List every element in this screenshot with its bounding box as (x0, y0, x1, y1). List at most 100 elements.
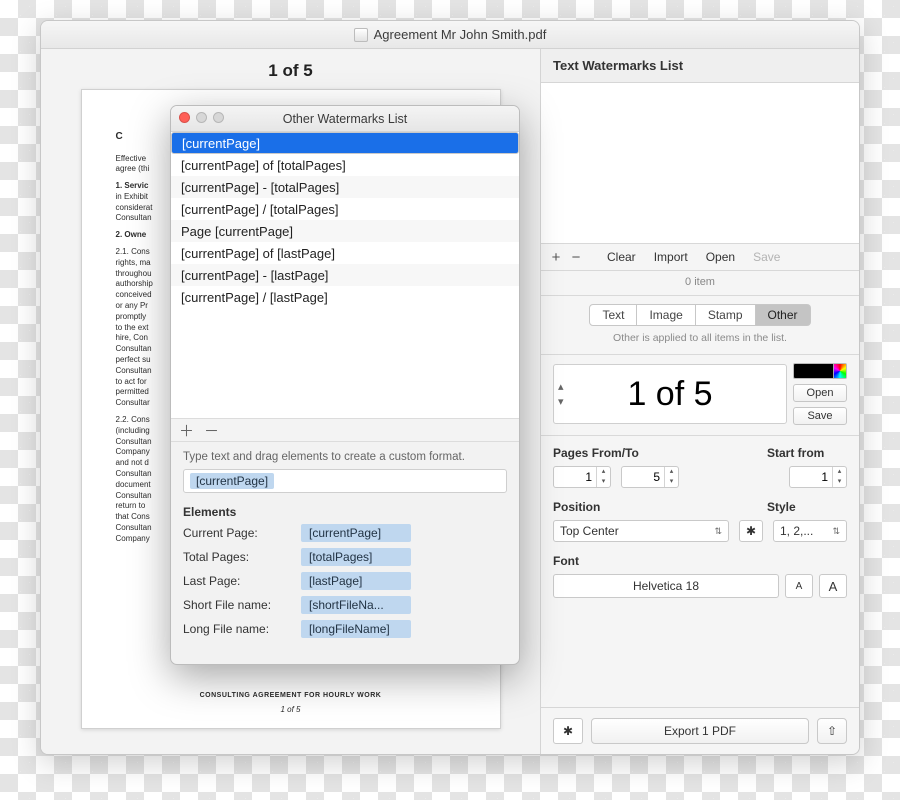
save-button[interactable]: Save (745, 248, 788, 266)
applied-hint: Other is applied to all items in the lis… (541, 332, 859, 344)
open-button[interactable]: Open (698, 248, 743, 266)
open-preset-button[interactable]: Open (793, 384, 847, 402)
popup-add-remove-bar: ＋ － (171, 418, 519, 442)
color-swatch[interactable] (793, 363, 847, 379)
save-preset-button[interactable]: Save (793, 407, 847, 425)
font-value: Helvetica 18 (633, 579, 699, 593)
style-label: Style (767, 500, 847, 514)
step-up-icon[interactable]: ▴ (597, 467, 610, 477)
position-settings-button[interactable]: ✱ (739, 520, 763, 542)
tab-other[interactable]: Other (756, 304, 811, 326)
popup-list-item[interactable]: [currentPage] / [lastPage] (171, 286, 519, 308)
traffic-lights (179, 112, 224, 123)
chevron-updown-icon: ⇅ (714, 526, 722, 537)
popup-list-item[interactable]: [currentPage] (171, 132, 519, 154)
export-label: Export 1 PDF (664, 724, 736, 738)
element-token[interactable]: [totalPages] (301, 548, 411, 566)
style-value: 1, 2,... (780, 524, 813, 538)
close-icon[interactable] (179, 112, 190, 123)
popup-list[interactable]: [currentPage][currentPage] of [totalPage… (171, 132, 519, 308)
element-token[interactable]: [longFileName] (301, 620, 411, 638)
pages-to-field[interactable]: ▴▾ (621, 466, 679, 488)
popup-list-item[interactable]: [currentPage] - [totalPages] (171, 176, 519, 198)
preview-stepper[interactable]: ▴▾ (558, 380, 564, 408)
zoom-icon (213, 112, 224, 123)
sidebar-toolbar: + − Clear Import Open Save (541, 243, 859, 271)
pages-label: Pages From/To (553, 446, 757, 460)
popup-remove-button[interactable]: － (204, 420, 219, 441)
font-label: Font (553, 554, 579, 568)
add-button[interactable]: + (547, 249, 565, 266)
step-up-icon[interactable]: ▴ (833, 467, 846, 477)
element-token[interactable]: [shortFileNa... (301, 596, 411, 614)
element-row: Last Page: [lastPage] (171, 569, 519, 593)
other-watermarks-popup: Other Watermarks List [currentPage][curr… (170, 105, 520, 665)
element-label: Short File name: (183, 598, 293, 612)
popup-hint: Type text and drag elements to create a … (171, 442, 519, 469)
position-select[interactable]: Top Center⇅ (553, 520, 729, 542)
tab-image[interactable]: Image (637, 304, 695, 326)
sidebar-header: Text Watermarks List (541, 49, 859, 83)
gear-icon: ✱ (746, 524, 756, 538)
font-picker-button[interactable]: Helvetica 18 (553, 574, 779, 598)
position-label: Position (553, 500, 757, 514)
step-down-icon[interactable]: ▾ (833, 477, 846, 487)
item-count: 0 item (541, 271, 859, 295)
step-down-icon[interactable]: ▾ (597, 477, 610, 487)
popup-list-item[interactable]: [currentPage] of [totalPages] (171, 154, 519, 176)
popup-title: Other Watermarks List (283, 112, 408, 126)
import-button[interactable]: Import (646, 248, 696, 266)
export-button[interactable]: Export 1 PDF (591, 718, 809, 744)
share-icon: ⇧ (827, 724, 837, 738)
watermark-preview[interactable]: ▴▾ 1 of 5 (553, 364, 787, 424)
step-up-icon[interactable]: ▴ (665, 467, 678, 477)
file-icon (354, 28, 368, 42)
pages-from-input[interactable] (554, 470, 596, 484)
popup-titlebar[interactable]: Other Watermarks List (171, 106, 519, 132)
chevron-updown-icon: ⇅ (832, 526, 840, 537)
elements-header: Elements (171, 501, 519, 521)
element-label: Last Page: (183, 574, 293, 588)
window-title: Agreement Mr John Smith.pdf (374, 27, 547, 42)
element-token[interactable]: [currentPage] (301, 524, 411, 542)
popup-list-item[interactable]: [currentPage] / [totalPages] (171, 198, 519, 220)
start-from-field[interactable]: ▴▾ (789, 466, 847, 488)
tab-stamp[interactable]: Stamp (696, 304, 756, 326)
format-token[interactable]: [currentPage] (190, 473, 274, 489)
elements-list: Current Page:[currentPage]Total Pages:[t… (171, 521, 519, 641)
titlebar: Agreement Mr John Smith.pdf (41, 21, 859, 49)
custom-format-input[interactable]: [currentPage] (183, 469, 507, 493)
element-label: Current Page: (183, 526, 293, 540)
element-row: Short File name: [shortFileNa... (171, 593, 519, 617)
start-from-input[interactable] (790, 470, 832, 484)
element-row: Current Page: [currentPage] (171, 521, 519, 545)
pages-to-input[interactable] (622, 470, 664, 484)
popup-blank-area (171, 308, 519, 418)
clear-button[interactable]: Clear (599, 248, 644, 266)
element-token[interactable]: [lastPage] (301, 572, 411, 590)
gear-icon: ✱ (563, 724, 573, 738)
watermark-type-tabs: Text Image Stamp Other (553, 304, 847, 326)
font-smaller-button[interactable]: A (785, 574, 813, 598)
font-larger-button[interactable]: A (819, 574, 847, 598)
minimize-icon (196, 112, 207, 123)
settings-button[interactable]: ✱ (553, 718, 583, 744)
popup-list-item[interactable]: [currentPage] - [lastPage] (171, 264, 519, 286)
start-label: Start from (767, 446, 847, 460)
tab-text[interactable]: Text (589, 304, 637, 326)
remove-button[interactable]: − (567, 249, 585, 266)
share-button[interactable]: ⇧ (817, 718, 847, 744)
sidebar: Text Watermarks List + − Clear Import Op… (541, 49, 859, 754)
step-down-icon[interactable]: ▾ (665, 477, 678, 487)
watermark-list-dropzone[interactable] (541, 83, 859, 243)
doc-pagenum: 1 of 5 (82, 705, 500, 716)
preview-text: 1 of 5 (627, 375, 712, 414)
pages-from-field[interactable]: ▴▾ (553, 466, 611, 488)
element-row: Long File name:[longFileName] (171, 617, 519, 641)
doc-footer: CONSULTING AGREEMENT FOR HOURLY WORK (82, 691, 500, 700)
popup-add-button[interactable]: ＋ (179, 420, 194, 441)
page-indicator: 1 of 5 (268, 61, 312, 81)
popup-list-item[interactable]: Page [currentPage] (171, 220, 519, 242)
popup-list-item[interactable]: [currentPage] of [lastPage] (171, 242, 519, 264)
style-select[interactable]: 1, 2,... ⇅ (773, 520, 847, 542)
